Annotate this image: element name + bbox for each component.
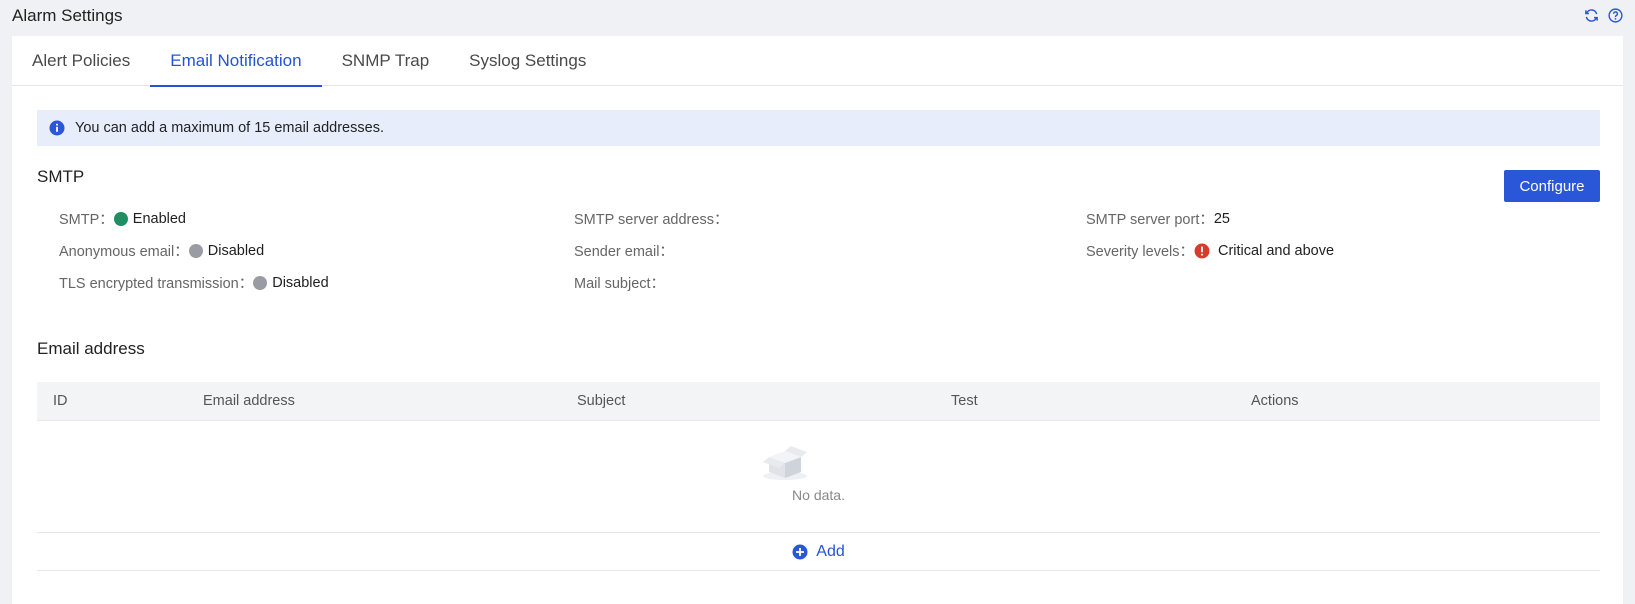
critical-alert-icon (1194, 243, 1210, 259)
column-header-id: ID (53, 393, 68, 409)
smtp-section-title: SMTP (37, 167, 85, 186)
tab-bar: Alert Policies Email Notification SNMP T… (12, 36, 1623, 87)
tls-transmission: TLS encrypted transmission： Disabled (59, 272, 329, 293)
info-banner: You can add a maximum of 15 email addres… (37, 110, 1600, 146)
add-email-label: Add (816, 542, 845, 560)
tab-snmp-trap[interactable]: SNMP Trap (322, 36, 450, 86)
empty-state: No data. (37, 421, 1600, 533)
tab-email-notification[interactable]: Email Notification (150, 36, 322, 87)
page-title: Alarm Settings (12, 6, 123, 25)
anonymous-email-label: Anonymous email： (59, 244, 189, 260)
empty-state-text: No data. (792, 487, 845, 503)
configure-button[interactable]: Configure (1504, 170, 1600, 202)
enabled-status-dot (113, 211, 128, 226)
column-header-test: Test (951, 393, 978, 409)
smtp-status-label: SMTP： (59, 212, 114, 228)
severity-levels-value: Critical and above (1217, 242, 1335, 259)
smtp-status: SMTP： Enabled (59, 208, 186, 229)
email-table-header: ID Email address Subject Test Actions (37, 382, 1600, 421)
smtp-server-port-label: SMTP server port： (1086, 212, 1214, 228)
mail-subject-label: Mail subject： (574, 276, 666, 292)
tls-transmission-label: TLS encrypted transmission： (59, 276, 254, 292)
sender-email-label: Sender email： (574, 244, 674, 260)
smtp-server-address-label: SMTP server address： (574, 212, 729, 228)
smtp-server-address: SMTP server address： (574, 208, 728, 229)
disabled-status-dot (253, 275, 268, 290)
add-row: Add (37, 533, 1600, 571)
add-email-button[interactable]: Add (792, 542, 845, 561)
sender-email: Sender email： (574, 240, 674, 261)
email-section-title: Email address (37, 339, 145, 358)
info-banner-text: You can add a maximum of 15 email addres… (75, 120, 384, 136)
severity-levels-label: Severity levels： (1086, 244, 1194, 260)
smtp-server-port: SMTP server port： 25 (1086, 208, 1230, 229)
anonymous-email-value: Disabled (207, 242, 265, 259)
column-header-email-address: Email address (203, 393, 295, 409)
header-actions (1583, 7, 1623, 23)
add-circle-icon (792, 544, 808, 560)
column-header-actions: Actions (1251, 393, 1299, 409)
severity-levels: Severity levels： Critical and above (1086, 240, 1334, 261)
refresh-icon[interactable] (1583, 7, 1599, 23)
page-header: Alarm Settings (0, 0, 1635, 36)
info-icon (49, 120, 65, 136)
content-card: Alert Policies Email Notification SNMP T… (12, 36, 1623, 604)
anonymous-email: Anonymous email： Disabled (59, 240, 264, 261)
empty-box-icon (760, 445, 810, 481)
tab-syslog-settings[interactable]: Syslog Settings (449, 36, 606, 86)
tab-alert-policies[interactable]: Alert Policies (12, 36, 150, 86)
smtp-status-value: Enabled (132, 210, 186, 227)
help-icon[interactable] (1607, 7, 1623, 23)
tls-transmission-value: Disabled (272, 274, 329, 291)
smtp-server-port-value: 25 (1213, 210, 1230, 227)
mail-subject: Mail subject： (574, 272, 665, 293)
column-header-subject: Subject (577, 393, 626, 409)
disabled-status-dot (188, 243, 203, 258)
